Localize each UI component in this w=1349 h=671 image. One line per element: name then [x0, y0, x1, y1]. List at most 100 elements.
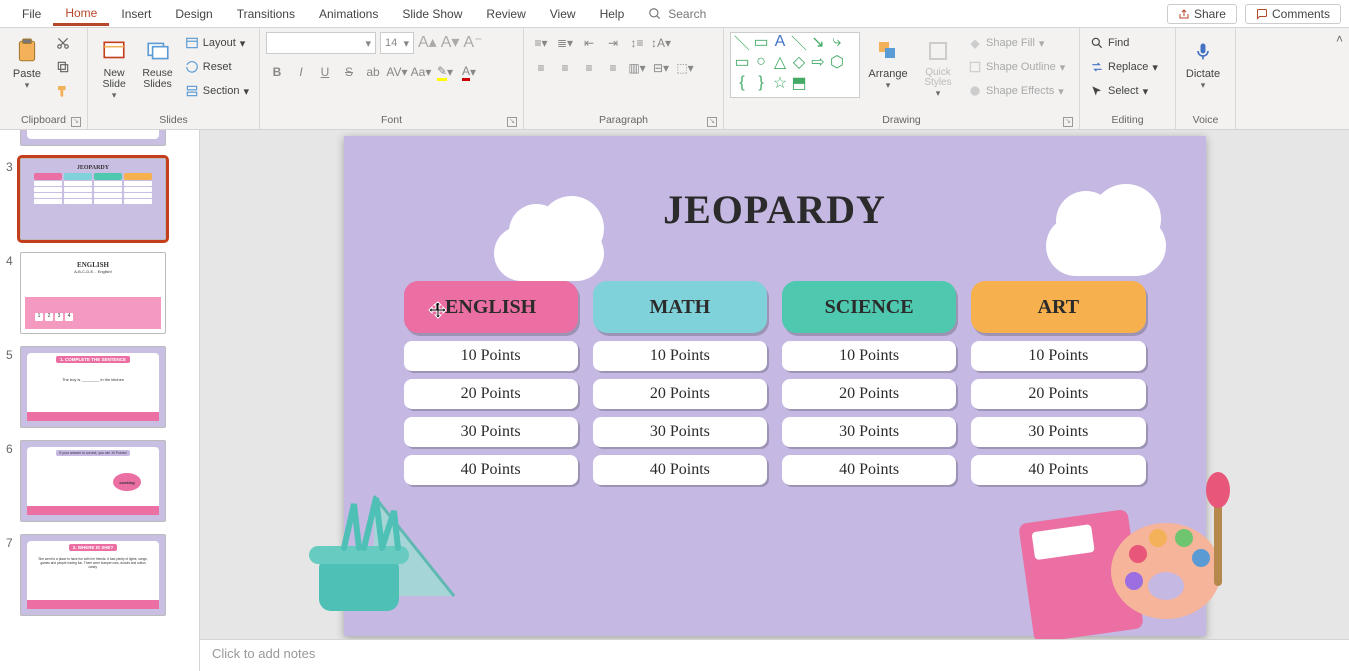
menu-review[interactable]: Review [474, 3, 537, 25]
points-cell[interactable]: 20 Points [593, 379, 767, 409]
slide-thumbnail-3[interactable]: JEOPARDY [20, 158, 166, 240]
char-spacing-button[interactable]: AV▾ [386, 61, 408, 83]
points-cell[interactable]: 30 Points [593, 417, 767, 447]
category-header[interactable]: SCIENCE [782, 281, 956, 333]
slide-canvas-area[interactable]: JEOPARDY ENGLISH 10 Points 20 Points 30 … [200, 130, 1349, 639]
shapes-gallery[interactable]: ＼ ▭ A ＼ ↘ ⤷ ▭ ○ △ ◇ ⇨ ⬡ { } ☆ ⬒ [730, 32, 860, 98]
shape-fill-button[interactable]: Shape Fill▾ [964, 32, 1069, 54]
format-painter-button[interactable] [52, 80, 74, 102]
bullets-button[interactable]: ≡▾ [530, 32, 552, 54]
slide-title[interactable]: JEOPARDY [344, 186, 1206, 233]
section-button[interactable]: Section▾ [181, 80, 253, 102]
numbering-button[interactable]: ≣▾ [554, 32, 576, 54]
menu-help[interactable]: Help [588, 3, 637, 25]
menu-insert[interactable]: Insert [109, 3, 163, 25]
slide-thumbnail-4[interactable]: ENGLISH A-B-C-D-E... English! 1 2 3 4 [20, 252, 166, 334]
comments-button[interactable]: Comments [1245, 4, 1341, 24]
search-box[interactable]: Search [648, 7, 706, 21]
points-cell[interactable]: 20 Points [782, 379, 956, 409]
reuse-slides-button[interactable]: ReuseSlides [138, 32, 177, 108]
oval-icon: ○ [752, 55, 770, 69]
decrease-indent-button[interactable]: ⇤ [578, 32, 600, 54]
slide-thumbnail[interactable] [20, 130, 166, 146]
align-right-button[interactable]: ≡ [578, 57, 600, 79]
share-button[interactable]: Share [1167, 4, 1237, 24]
menu-home[interactable]: Home [53, 2, 109, 26]
notes-pane[interactable]: Click to add notes [200, 639, 1349, 671]
find-button[interactable]: Find [1086, 32, 1162, 54]
font-name-combo[interactable]: ▾ [266, 32, 376, 54]
points-cell[interactable]: 40 Points [593, 455, 767, 485]
menu-animations[interactable]: Animations [307, 3, 390, 25]
points-cell[interactable]: 10 Points [404, 341, 578, 371]
cut-icon [56, 36, 70, 50]
align-center-button[interactable]: ≡ [554, 57, 576, 79]
dialog-launcher[interactable]: ↘ [707, 117, 717, 127]
slide-thumbnail-6[interactable]: If your answer is correct, you win 10 Po… [20, 440, 166, 522]
highlight-button[interactable]: ✎▾ [434, 61, 456, 83]
clear-formatting-button[interactable]: A⁻ [463, 32, 482, 54]
change-case-button[interactable]: Aa▾ [410, 61, 432, 83]
group-label: Editing [1111, 114, 1143, 126]
category-header[interactable]: ENGLISH [404, 281, 578, 333]
new-slide-button[interactable]: NewSlide ▾ [94, 32, 134, 108]
reuse-slides-icon [145, 38, 171, 64]
dialog-launcher[interactable]: ↘ [507, 117, 517, 127]
menu-slideshow[interactable]: Slide Show [390, 3, 474, 25]
font-color-button[interactable]: A▾ [458, 61, 480, 83]
columns-button[interactable]: ▥▾ [626, 57, 648, 79]
cut-button[interactable] [52, 32, 74, 54]
decrease-font-button[interactable]: A▾ [441, 32, 460, 54]
underline-button[interactable]: U [314, 61, 336, 83]
slide-thumbnail-5[interactable]: 1. COMPLETE THE SENTENCE The boy is ____… [20, 346, 166, 428]
menu-design[interactable]: Design [163, 3, 224, 25]
points-cell[interactable]: 20 Points [971, 379, 1145, 409]
bold-button[interactable]: B [266, 61, 288, 83]
reset-button[interactable]: Reset [181, 56, 253, 78]
font-size-combo[interactable]: 14▾ [380, 32, 414, 54]
shape-effects-button[interactable]: Shape Effects▾ [964, 80, 1069, 102]
shape-outline-button[interactable]: Shape Outline▾ [964, 56, 1069, 78]
copy-button[interactable] [52, 56, 74, 78]
points-cell[interactable]: 10 Points [782, 341, 956, 371]
align-left-button[interactable]: ≡ [530, 57, 552, 79]
slide-number: 4 [6, 252, 20, 334]
increase-font-button[interactable]: A▴ [418, 32, 437, 54]
points-cell[interactable]: 20 Points [404, 379, 578, 409]
dialog-launcher[interactable]: ↘ [71, 117, 81, 127]
slide-canvas[interactable]: JEOPARDY ENGLISH 10 Points 20 Points 30 … [344, 136, 1206, 636]
points-cell[interactable]: 30 Points [782, 417, 956, 447]
menu-file[interactable]: File [10, 3, 53, 25]
points-cell[interactable]: 10 Points [593, 341, 767, 371]
menu-transitions[interactable]: Transitions [225, 3, 307, 25]
menu-bar: File Home Insert Design Transitions Anim… [0, 0, 1349, 28]
points-cell[interactable]: 10 Points [971, 341, 1145, 371]
text-direction-button[interactable]: ↕A▾ [650, 32, 672, 54]
smartart-button[interactable]: ⬚▾ [674, 57, 696, 79]
italic-button[interactable]: I [290, 61, 312, 83]
category-header[interactable]: MATH [593, 281, 767, 333]
dialog-launcher[interactable]: ↘ [1063, 117, 1073, 127]
thumb-title: ENGLISH [77, 261, 109, 269]
menu-view[interactable]: View [538, 3, 588, 25]
quick-styles-button[interactable]: QuickStyles▾ [916, 32, 960, 108]
dictate-button[interactable]: Dictate▾ [1182, 32, 1224, 108]
slide-thumbnail-7[interactable]: 2. WHERE IS SHE? She went to a place to … [20, 534, 166, 616]
increase-indent-button[interactable]: ⇥ [602, 32, 624, 54]
layout-button[interactable]: Layout▾ [181, 32, 253, 54]
arrange-button[interactable]: Arrange▾ [864, 32, 912, 108]
slide-thumbnails-panel[interactable]: 3 JEOPARDY 4 ENGLISH A-B-C- [0, 130, 200, 671]
align-text-button[interactable]: ⊟▾ [650, 57, 672, 79]
strikethrough-button[interactable]: S [338, 61, 360, 83]
points-cell[interactable]: 40 Points [782, 455, 956, 485]
points-cell[interactable]: 30 Points [404, 417, 578, 447]
line-spacing-button[interactable]: ↕≡ [626, 32, 648, 54]
category-header[interactable]: ART [971, 281, 1145, 333]
select-button[interactable]: Select▾ [1086, 80, 1162, 102]
collapse-ribbon-button[interactable]: ˄ [1336, 32, 1343, 46]
justify-button[interactable]: ≡ [602, 57, 624, 79]
points-cell[interactable]: 30 Points [971, 417, 1145, 447]
paste-button[interactable]: Paste ▾ [6, 32, 48, 108]
replace-button[interactable]: Replace▾ [1086, 56, 1162, 78]
shadow-button[interactable]: ab [362, 61, 384, 83]
